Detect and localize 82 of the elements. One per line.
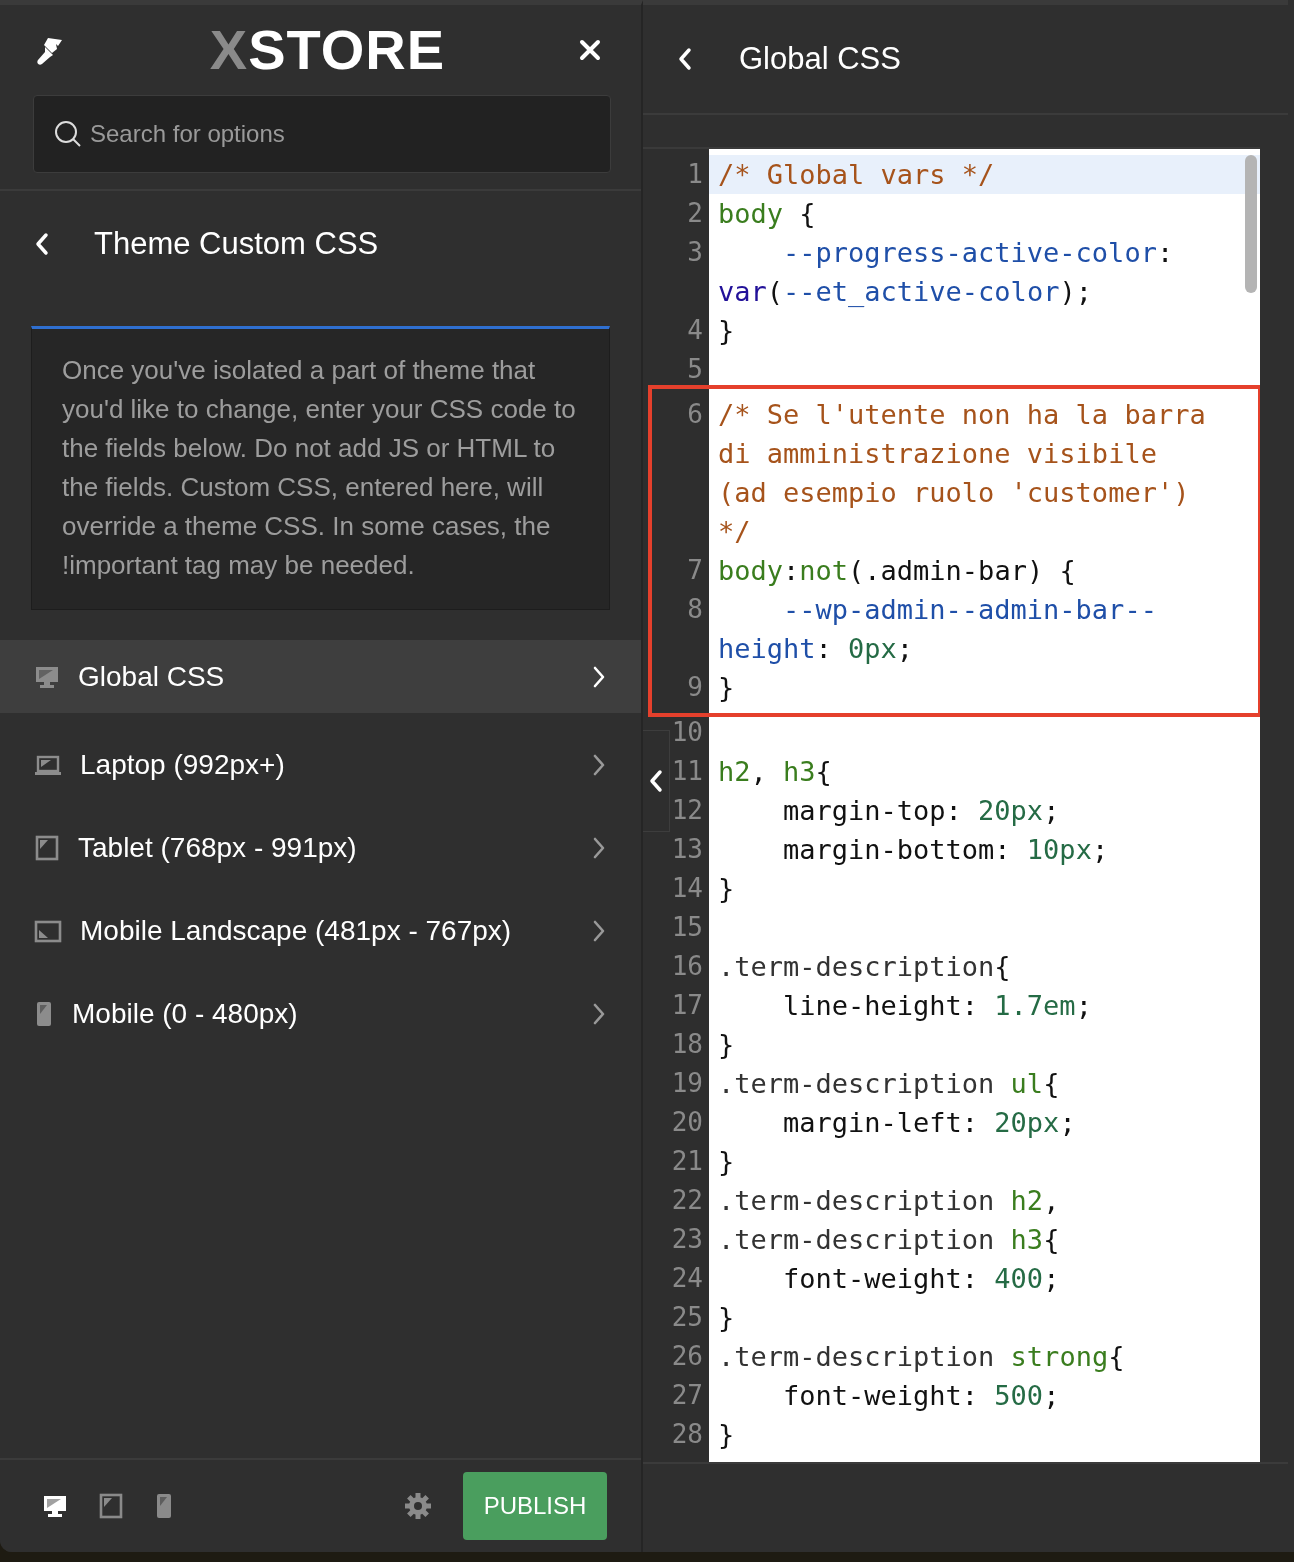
menu-item[interactable]: Global CSS — [0, 640, 641, 713]
code-line: .term-description h2, — [717, 1184, 1061, 1218]
line-number: 26 — [671, 1341, 703, 1371]
line-number: 28 — [671, 1419, 703, 1449]
line-number: 25 — [671, 1302, 703, 1332]
line-number: 10 — [671, 717, 703, 747]
line-number: 23 — [671, 1224, 703, 1254]
line-number: 16 — [671, 951, 703, 981]
logo-mark: X — [209, 22, 249, 78]
code-line: font-weight: 400; — [782, 1262, 1061, 1296]
code-line: } — [717, 1418, 736, 1452]
scrollbar[interactable] — [1245, 155, 1257, 293]
code-line: } — [717, 1028, 736, 1062]
code-line: margin-bottom: 10px; — [782, 833, 1110, 867]
line-number: 22 — [671, 1185, 703, 1215]
code-line: } — [717, 872, 736, 906]
code-line: .term-description ul{ — [717, 1067, 1061, 1101]
code-line: .term-description strong{ — [717, 1340, 1126, 1374]
line-number: 17 — [671, 990, 703, 1020]
chevron-left-icon — [648, 769, 664, 793]
code-line: /* Se l'utente non ha la barra di amministrazione visibile (ad esempio ruolo 'customer') */ — [717, 398, 1207, 549]
line-number: 15 — [671, 912, 703, 942]
search-field[interactable]: Search for options — [33, 95, 611, 173]
code-line: --progress-active-color: var(--et_active-color); — [717, 236, 1175, 309]
code-line: } — [717, 1301, 736, 1335]
line-number: 24 — [671, 1263, 703, 1293]
line-number: 21 — [671, 1146, 703, 1176]
line-number: 7 — [687, 555, 703, 585]
menu-item[interactable]: Mobile (0 - 480px) — [0, 972, 641, 1055]
chevron-right-icon — [591, 664, 607, 689]
line-number: 11 — [671, 756, 703, 786]
code-line: body { — [717, 197, 817, 231]
code-line: --wp-admin--admin-bar--height: 0px; — [717, 593, 1158, 666]
code-line: } — [717, 314, 736, 348]
code-line: body:not(.admin-bar) { — [717, 554, 1077, 588]
line-number: 12 — [671, 795, 703, 825]
close-icon[interactable] — [579, 39, 601, 61]
chevron-right-icon — [591, 752, 607, 777]
menu-item[interactable]: Laptop (992px+) — [0, 723, 641, 806]
code-line: font-weight: 500; — [782, 1379, 1061, 1413]
panel-title: Global CSS — [739, 41, 901, 77]
chevron-right-icon — [591, 918, 607, 943]
line-number: 18 — [671, 1029, 703, 1059]
line-number: 20 — [671, 1107, 703, 1137]
line-number: 3 — [687, 237, 703, 267]
code-line: margin-left: 20px; — [782, 1106, 1077, 1140]
desktop-icon[interactable] — [42, 1493, 68, 1519]
logo-text: STORE — [248, 22, 446, 78]
back-icon[interactable] — [677, 47, 693, 71]
line-number: 13 — [671, 834, 703, 864]
line-number: 4 — [687, 315, 703, 345]
collapse-button[interactable] — [643, 730, 670, 832]
line-number: 5 — [687, 354, 703, 384]
search-icon — [53, 119, 83, 149]
code-editor[interactable] — [643, 147, 1260, 1462]
code-line: .term-description{ — [717, 950, 1012, 984]
chevron-right-icon — [591, 1001, 607, 1026]
back-icon[interactable] — [34, 231, 50, 256]
description-text: Once you've isolated a part of theme that you'd like to change, enter your CSS code to the fields below. Do not add JS or HTML to the fields. Custom CSS, entered here, will override a theme CSS. In some cases, the !important tag may be needed. — [31, 326, 610, 610]
line-number: 1 — [687, 159, 703, 189]
section-title: Theme Custom CSS — [94, 225, 379, 262]
line-number: 19 — [671, 1068, 703, 1098]
line-number: 2 — [687, 198, 703, 228]
chevron-right-icon — [591, 835, 607, 860]
settings-icon[interactable] — [403, 1491, 433, 1521]
line-number: 14 — [671, 873, 703, 903]
mobile-icon[interactable] — [154, 1493, 174, 1519]
mobile-icon — [34, 1000, 54, 1027]
code-line: } — [717, 1145, 736, 1179]
tablet-icon[interactable] — [98, 1493, 124, 1519]
line-number: 8 — [687, 594, 703, 624]
menu-item[interactable]: Tablet (768px - 991px) — [0, 806, 641, 889]
code-line: h2, h3{ — [717, 755, 833, 789]
line-number: 27 — [671, 1380, 703, 1410]
line-number: 6 — [687, 399, 703, 429]
code-line: .term-description h3{ — [717, 1223, 1061, 1257]
menu-item[interactable]: Mobile Landscape (481px - 767px) — [0, 889, 641, 972]
code-line: margin-top: 20px; — [782, 794, 1061, 828]
tablet-icon — [34, 834, 60, 861]
code-line: } — [717, 671, 736, 705]
code-line: line-height: 1.7em; — [782, 989, 1093, 1023]
line-number: 9 — [687, 672, 703, 702]
